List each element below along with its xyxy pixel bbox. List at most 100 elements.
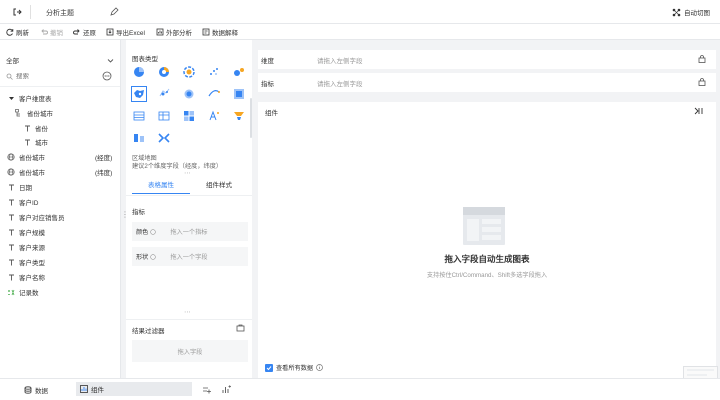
tab-data-label: 数据 [35, 388, 48, 395]
field-item[interactable]: 省份城市 (经度) [0, 150, 120, 164]
tab-table-attributes[interactable]: 表格属性 [132, 180, 190, 194]
outer-analysis-button[interactable]: 外部分析 [156, 24, 192, 40]
color-drop-zone[interactable]: 颜色 拖入一个指标 [132, 222, 248, 241]
redo-label: 还原 [83, 30, 96, 37]
show-all-data-checkbox[interactable]: 查看所有数据 [265, 363, 323, 372]
kpi-card-icon[interactable] [183, 110, 195, 122]
text-field-icon [6, 244, 16, 251]
text-field-icon [6, 214, 16, 221]
field-label: 客户对应销售员 [19, 215, 65, 222]
bubble-chart-icon[interactable] [233, 66, 245, 78]
field-item[interactable]: 客户类型 [0, 255, 120, 269]
lock-icon[interactable] [698, 78, 706, 86]
resize-handle-icon[interactable]: ⋯ [184, 308, 191, 316]
flow-map-icon[interactable] [208, 88, 220, 100]
field-search[interactable] [6, 70, 98, 82]
field-item[interactable]: 客户ID [0, 195, 120, 209]
tab-data[interactable]: 数据 [24, 385, 48, 395]
checkbox-checked-icon[interactable] [265, 363, 273, 372]
edit-icon[interactable] [110, 7, 119, 16]
density-map-icon[interactable] [233, 88, 245, 100]
globe-icon [6, 168, 16, 176]
rose-chart-icon[interactable] [183, 66, 195, 78]
field-panel: 全部 客户维度表省份城市省份城市省份城市(经度)省份城市(纬度)日期客户ID客户… [0, 40, 129, 378]
donut-chart-icon[interactable] [158, 66, 170, 78]
field-label: 记录数 [19, 290, 39, 297]
field-item[interactable]: 日期 [0, 180, 120, 194]
field-item[interactable]: 客户对应销售员 [0, 210, 120, 224]
redo-button[interactable]: 还原 [73, 24, 96, 40]
count-icon [6, 289, 16, 296]
field-item[interactable]: 省份 [0, 121, 120, 135]
region-map-icon[interactable] [131, 86, 147, 102]
text-chart-icon[interactable] [208, 110, 220, 122]
search-input[interactable] [16, 72, 96, 80]
dimension-shelf[interactable]: 维度 请拖入左侧字段 [258, 50, 716, 69]
tab-component-style[interactable]: 组件样式 [190, 180, 248, 194]
scatter-chart-icon[interactable] [208, 66, 220, 78]
toolbar: 刷新 撤销 还原 导出Excel 外部分析 数据解释 [0, 24, 720, 40]
filter-icon[interactable] [236, 324, 245, 332]
refresh-button[interactable]: 刷新 [6, 24, 29, 40]
heat-map-icon[interactable] [183, 88, 195, 100]
field-label: 客户维度表 [19, 96, 52, 103]
lock-icon[interactable] [698, 55, 706, 63]
metric-shelf[interactable]: 指标 请拖入左侧字段 [258, 73, 716, 92]
outer-analysis-label: 外部分析 [166, 30, 192, 37]
text-field-icon [22, 125, 32, 132]
data-explain-button[interactable]: 数据解释 [202, 24, 238, 40]
export-icon [106, 28, 114, 36]
filter-title: 结果过滤器 [132, 328, 165, 335]
field-item[interactable]: 客户名称 [0, 270, 120, 284]
auto-switch-button[interactable]: 自动切图 [672, 7, 710, 17]
field-item[interactable]: 记录数 [0, 285, 120, 299]
info-icon[interactable] [316, 364, 323, 371]
field-label: 省份城市 [19, 170, 45, 177]
empty-chart-illustration-icon [463, 207, 505, 245]
field-item[interactable]: 省份城市 (纬度) [0, 165, 120, 179]
field-item[interactable]: 客户维度表 [0, 91, 120, 105]
table-icon[interactable] [133, 110, 145, 122]
data-explain-label: 数据解释 [212, 30, 238, 37]
point-map-icon[interactable] [158, 88, 170, 100]
chart-config-panel: 图表类型 区域地图 建议2个维度字段（经度，纬度） ⋯ 表格属性 组件样式 指标… [126, 40, 252, 378]
add-dashboard-icon[interactable] [222, 385, 231, 394]
exit-icon[interactable] [12, 7, 22, 17]
field-label: 客户规模 [19, 230, 45, 237]
analysis-icon [156, 28, 164, 36]
info-icon [150, 228, 157, 235]
field-item[interactable]: 城市 [0, 135, 120, 149]
field-label: 日期 [19, 185, 32, 192]
chevron-down-icon [107, 57, 114, 64]
field-tag: (经度) [95, 155, 113, 162]
gauge-chart-icon[interactable] [133, 132, 145, 144]
canvas-title: 组件 [265, 110, 278, 117]
funnel-chart-icon[interactable] [233, 110, 245, 122]
cross-table-icon[interactable] [158, 110, 170, 122]
more-options-icon[interactable] [102, 71, 112, 81]
field-item[interactable]: 省份城市 [0, 106, 120, 120]
pie-chart-icon[interactable] [133, 66, 145, 78]
undo-button[interactable]: 撤销 [40, 24, 63, 40]
expand-icon[interactable] [6, 95, 16, 102]
export-excel-button[interactable]: 导出Excel [106, 24, 145, 40]
add-component-icon[interactable] [202, 385, 211, 394]
shape-drop-zone[interactable]: 形状 拖入一个字段 [132, 247, 248, 266]
text-field-icon [6, 199, 16, 206]
explain-icon [202, 28, 210, 36]
field-item[interactable]: 客户规模 [0, 225, 120, 239]
undo-icon [40, 28, 48, 36]
tab-component[interactable]: 组件 [76, 382, 192, 396]
filter-drop-zone[interactable]: 拖入字段 [132, 340, 248, 362]
collapse-handle-icon[interactable]: ⋯ [184, 169, 191, 177]
dataset-select[interactable]: 全部 [6, 54, 114, 66]
field-item[interactable]: 客户来源 [0, 240, 120, 254]
database-icon [24, 386, 32, 394]
refresh-label: 刷新 [16, 30, 29, 37]
field-label: 省份 [35, 126, 48, 133]
collapse-panel-icon[interactable] [694, 107, 703, 115]
dimension-placeholder: 请拖入左侧字段 [317, 57, 363, 65]
scrollbar[interactable] [250, 98, 252, 138]
page-title[interactable]: 分析主题 [46, 8, 74, 18]
sankey-chart-icon[interactable] [158, 132, 170, 144]
